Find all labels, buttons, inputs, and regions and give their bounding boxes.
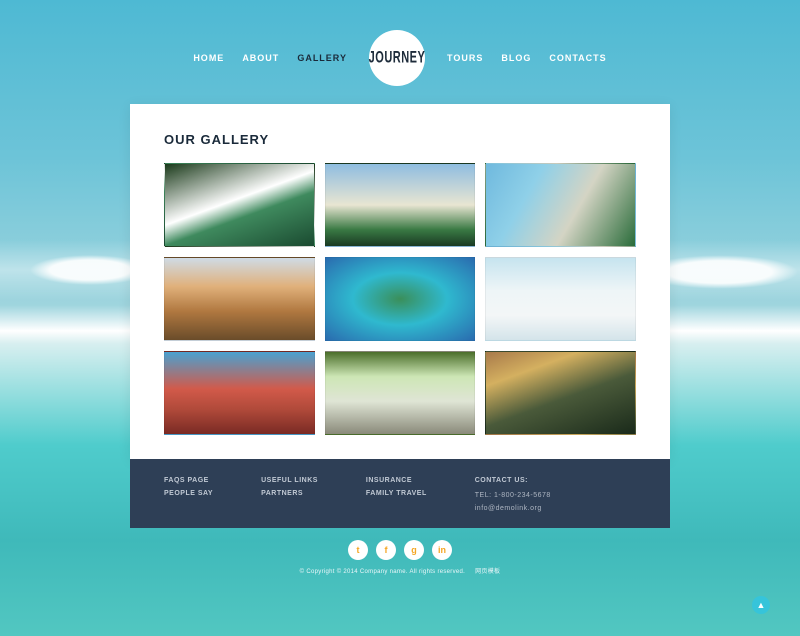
logo-text: JOURNEY: [369, 49, 426, 67]
footer-link-faqs[interactable]: FAQS PAGE: [164, 477, 213, 484]
footer-col-1: FAQS PAGE PEOPLE SAY: [164, 477, 213, 512]
linkedin-icon[interactable]: in: [432, 540, 452, 560]
gallery-tile-temple[interactable]: [325, 163, 476, 247]
social-row: t f g in: [348, 540, 452, 560]
gallery-tile-island[interactable]: [325, 257, 476, 341]
gallery-tile-bridge[interactable]: [164, 351, 315, 435]
twitter-icon[interactable]: t: [348, 540, 368, 560]
footer-link-insurance[interactable]: INSURANCE: [366, 477, 427, 484]
gallery-tile-waterfall[interactable]: [164, 163, 315, 247]
gallery-tile-arctic[interactable]: [485, 257, 636, 341]
contact-email[interactable]: info@demolink.org: [475, 505, 551, 512]
footer-link-useful[interactable]: USEFUL LINKS: [261, 477, 318, 484]
nav-tours[interactable]: TOURS: [447, 53, 483, 63]
copyright-extra[interactable]: 网页模板: [475, 569, 500, 575]
main-nav: HOME ABOUT GALLERY JOURNEY TOURS BLOG CO…: [193, 30, 606, 86]
page-root: HOME ABOUT GALLERY JOURNEY TOURS BLOG CO…: [0, 0, 800, 636]
footer-link-partners[interactable]: PARTNERS: [261, 490, 318, 497]
footer-col-contact: CONTACT US: TEL: 1-800-234-5678 info@dem…: [475, 477, 551, 512]
gallery-tile-resort[interactable]: [485, 163, 636, 247]
footer: FAQS PAGE PEOPLE SAY USEFUL LINKS PARTNE…: [130, 459, 670, 528]
footer-col-2: USEFUL LINKS PARTNERS: [261, 477, 318, 512]
copyright-text: © Copyright © 2014 Company name. All rig…: [300, 569, 465, 575]
nav-about[interactable]: ABOUT: [242, 53, 279, 63]
footer-col-3: INSURANCE FAMILY TRAVEL: [366, 477, 427, 512]
contact-tel: TEL: 1-800-234-5678: [475, 492, 551, 499]
googleplus-icon[interactable]: g: [404, 540, 424, 560]
gallery-tile-mountains[interactable]: [485, 351, 636, 435]
facebook-icon[interactable]: f: [376, 540, 396, 560]
gallery-grid: [164, 163, 636, 435]
gallery-tile-eiffel[interactable]: [325, 351, 476, 435]
contact-title: CONTACT US:: [475, 477, 551, 484]
gallery-heading: OUR GALLERY: [164, 132, 636, 147]
logo[interactable]: JOURNEY: [369, 30, 425, 86]
nav-home[interactable]: HOME: [193, 53, 224, 63]
content-panel: OUR GALLERY: [130, 104, 670, 459]
nav-blog[interactable]: BLOG: [501, 53, 531, 63]
chevron-up-icon: ▲: [757, 600, 766, 610]
footer-link-people-say[interactable]: PEOPLE SAY: [164, 490, 213, 497]
footer-link-family-travel[interactable]: FAMILY TRAVEL: [366, 490, 427, 497]
nav-contacts[interactable]: CONTACTS: [549, 53, 606, 63]
copyright: © Copyright © 2014 Company name. All rig…: [300, 566, 501, 575]
nav-gallery[interactable]: GALLERY: [297, 53, 347, 63]
scroll-to-top-button[interactable]: ▲: [752, 596, 770, 614]
gallery-tile-colosseum[interactable]: [164, 257, 315, 341]
